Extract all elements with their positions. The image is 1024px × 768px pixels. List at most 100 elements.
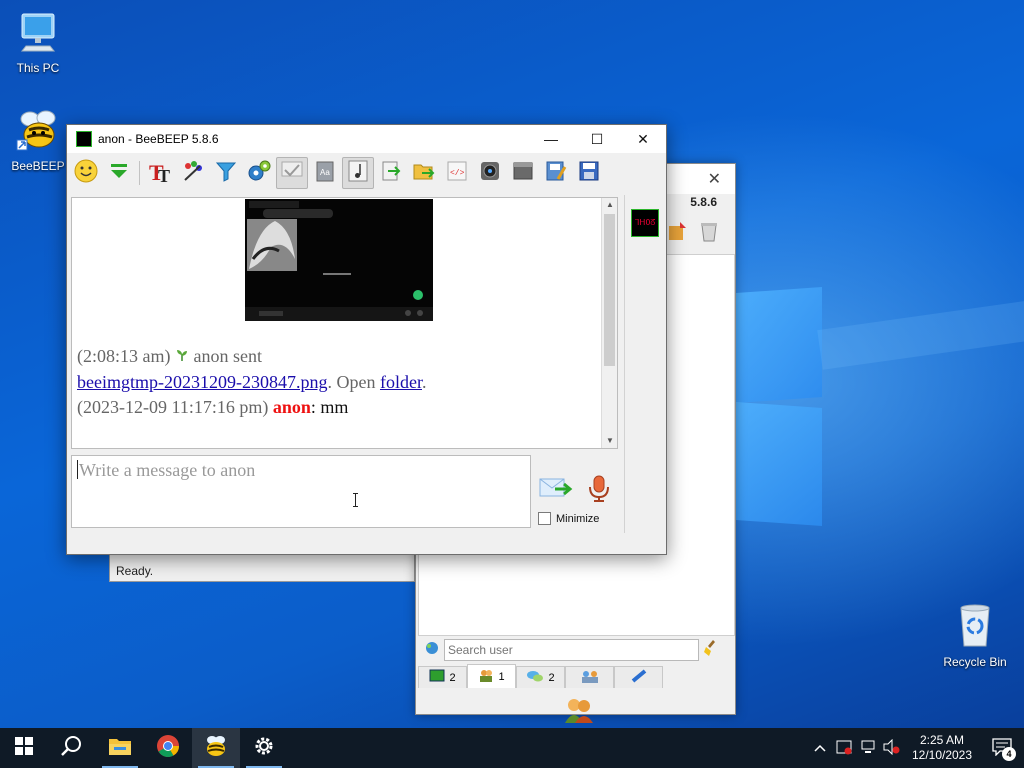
scrollbar-thumb[interactable] <box>604 214 615 366</box>
send-file-button[interactable] <box>375 157 407 189</box>
toggle-emoticon-panel-button[interactable] <box>103 157 135 189</box>
gears-icon <box>246 158 272 189</box>
filter-button[interactable] <box>210 157 242 189</box>
close-button[interactable]: ✕ <box>620 125 666 153</box>
microphone-icon <box>587 475 611 507</box>
broom-icon[interactable] <box>703 639 721 662</box>
share-icon[interactable] <box>666 220 688 247</box>
desktop-icon-beebeep[interactable]: BeeBEEP <box>0 108 76 173</box>
minimize-checkbox[interactable]: Minimize <box>538 512 599 525</box>
trash-icon[interactable] <box>698 220 720 247</box>
windows-logo-pane <box>736 286 822 404</box>
maximize-button[interactable]: ☐ <box>574 125 620 153</box>
html-code-button[interactable]: </> <box>441 157 473 189</box>
main-tabs: 2 1 2 <box>418 664 663 690</box>
font-button[interactable]: TT <box>144 157 176 189</box>
sound-button[interactable] <box>342 157 374 189</box>
chrome-button[interactable] <box>144 728 192 768</box>
spellcheck-icon <box>279 158 305 189</box>
font-color-button[interactable] <box>177 157 209 189</box>
desktop-icon-this-pc[interactable]: This PC <box>0 10 76 75</box>
chat-screen-icon <box>429 669 445 686</box>
settings-taskbar-button[interactable] <box>240 728 288 768</box>
text-caret <box>77 460 78 479</box>
start-button[interactable] <box>0 728 48 768</box>
scroll-up-arrow-icon[interactable]: ▲ <box>602 198 617 212</box>
search-button[interactable] <box>48 728 96 768</box>
close-button[interactable]: ✕ <box>708 169 721 189</box>
chat-history[interactable]: (2:08:13 am) anon sent beeimgtmp-2023120… <box>71 197 618 449</box>
code-tag-icon: </> <box>445 159 469 188</box>
message-text: mm <box>320 397 349 417</box>
gear-icon <box>253 735 275 762</box>
file-sent-line: (2:08:13 am) anon sent <box>77 344 426 370</box>
chat-window-titlebar[interactable]: anon - BeeBEEP 5.8.6 — ☐ ✕ <box>67 125 666 153</box>
speaker-muted-icon <box>883 738 901 758</box>
svg-text:Aa: Aa <box>320 168 330 177</box>
toolbar-separator <box>139 161 140 185</box>
book-icon: Aa <box>313 159 337 188</box>
show-hidden-icons-button[interactable] <box>808 741 832 755</box>
tray-network-button[interactable] <box>856 739 880 758</box>
disk-button[interactable] <box>573 157 605 189</box>
users-icon <box>478 668 494 685</box>
clock[interactable]: 2:25 AM 12/10/2023 <box>904 733 980 763</box>
tab-users[interactable]: 1 <box>467 664 516 688</box>
window-panel-icon <box>511 159 535 188</box>
tray-volume-button[interactable] <box>880 738 904 758</box>
group-users-icon <box>581 669 599 686</box>
image-thumbnail[interactable] <box>245 199 433 321</box>
tab-file-sharing[interactable] <box>614 666 663 688</box>
users-group-icon <box>564 697 594 728</box>
desktop: This PC BeeBEEP Recycle Bin Ready. ✕ 5.8… <box>0 0 1024 728</box>
filter-icon <box>214 159 238 188</box>
chat-scrollbar[interactable]: ▲ ▼ <box>601 198 617 448</box>
message-sender: anon <box>272 397 311 417</box>
desktop-icon-label: BeeBEEP <box>11 159 65 173</box>
beebeep-taskbar-button[interactable] <box>192 728 240 768</box>
desktop-icon-recycle-bin[interactable]: Recycle Bin <box>937 602 1013 669</box>
action-center-button[interactable]: 4 <box>980 737 1024 761</box>
app-icon <box>76 131 92 147</box>
message-input[interactable]: Write a message to anon <box>71 455 531 528</box>
send-message-button[interactable] <box>539 475 573 506</box>
message-input-placeholder: Write a message to anon <box>79 460 256 480</box>
search-row <box>418 637 735 663</box>
search-icon <box>61 735 83 762</box>
scroll-down-arrow-icon[interactable]: ▼ <box>602 434 617 448</box>
message-timestamp: (2023-12-09 11:17:16 pm) <box>77 397 273 417</box>
security-alert-icon <box>836 739 852 758</box>
file-link[interactable]: beeimgtmp-20231209-230847.png <box>77 372 327 392</box>
search-user-input[interactable] <box>444 639 699 661</box>
checkbox[interactable] <box>538 512 551 525</box>
chrome-icon <box>156 734 180 763</box>
minimize-button[interactable]: — <box>528 125 574 153</box>
clock-date: 12/10/2023 <box>911 748 973 762</box>
windows-logo-pane <box>736 401 822 527</box>
open-folder-link[interactable]: folder <box>380 372 422 392</box>
font-icon: TT <box>147 158 173 189</box>
save-chat-button[interactable] <box>540 157 572 189</box>
tray-security-button[interactable] <box>832 739 856 758</box>
bee-icon <box>204 735 228 762</box>
send-folder-button[interactable] <box>408 157 440 189</box>
tab-chats[interactable]: 2 <box>418 666 467 688</box>
user-avatar[interactable]: ᒣᕼOᘔ <box>631 209 659 237</box>
speech-bubbles-icon <box>526 669 544 686</box>
chat-window[interactable]: anon - BeeBEEP 5.8.6 — ☐ ✕ TT Aa </> (2:… <box>66 124 667 555</box>
network-icon[interactable] <box>424 640 440 661</box>
emoticon-button[interactable] <box>70 157 102 189</box>
svg-text:T: T <box>158 166 170 184</box>
screenshot-button[interactable] <box>474 157 506 189</box>
tab-conversations[interactable]: 2 <box>516 666 565 688</box>
settings-button[interactable] <box>243 157 275 189</box>
svg-text:</>: </> <box>450 169 465 178</box>
clear-messages-button[interactable] <box>507 157 539 189</box>
tab-groups[interactable] <box>565 666 614 688</box>
chevron-up-icon <box>814 741 826 755</box>
spell-check-button[interactable] <box>276 157 308 189</box>
dictionary-button[interactable]: Aa <box>309 157 341 189</box>
ibeam-cursor-icon <box>353 493 358 507</box>
file-explorer-button[interactable] <box>96 728 144 768</box>
voice-message-button[interactable] <box>587 475 611 508</box>
